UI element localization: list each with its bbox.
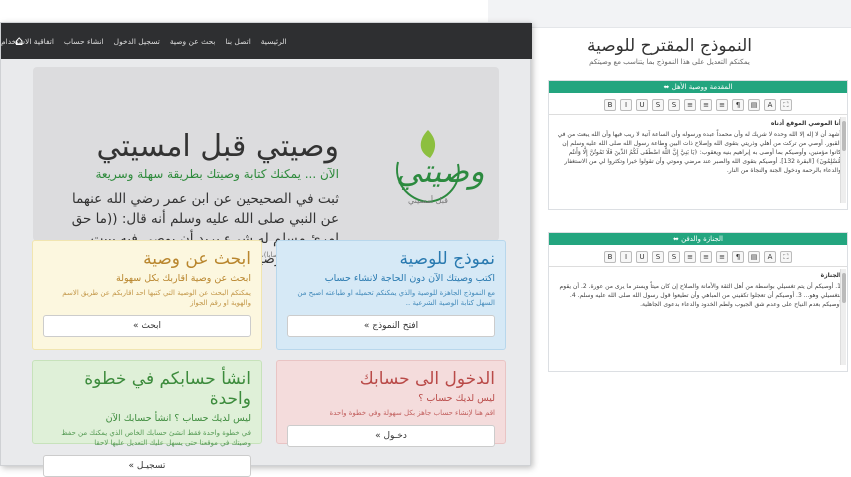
card-text: في خطوة واحدة فقط انشئ حسابك الخاص الذي … [61, 429, 251, 447]
search-button[interactable]: ابحث » [43, 315, 251, 337]
card-title: الدخول الى حسابك [359, 369, 495, 389]
editor-panel-funeral: ⬌ الجنازة والدفن B I U S S ≡ ≡ ≡ ¶ ▤ A ⛶… [548, 232, 848, 372]
tool-button[interactable]: U [636, 250, 648, 263]
nav-register[interactable]: انشاء حساب [64, 37, 104, 46]
tool-button[interactable]: U [636, 98, 648, 111]
tool-button[interactable]: ¶ [732, 98, 744, 111]
logo-subtext: قبل أمسيتي [408, 196, 448, 205]
tool-button[interactable]: B [604, 98, 616, 111]
login-button[interactable]: دخـول » [287, 425, 495, 447]
card-register: انشأ حسابكم في خطوة واحدة ليس لديك حساب … [32, 360, 262, 477]
hero-tagline: الآن ... يمكنك كتابة وصيتك بطريقة سهلة و… [95, 167, 339, 181]
card-subtitle: ليس لديك حساب ؟ [418, 393, 495, 404]
tool-button[interactable]: ≡ [716, 250, 728, 263]
tool-button[interactable]: ¶ [732, 250, 744, 263]
register-button[interactable]: تسجيـل » [43, 455, 251, 477]
logo-text: وصيتي [396, 152, 485, 190]
tool-button[interactable]: ▤ [748, 98, 760, 111]
editor-scrollbar[interactable] [840, 269, 846, 365]
tool-button[interactable]: S [668, 98, 680, 111]
card-title: نموذج للوصية [399, 249, 495, 269]
tool-button[interactable]: ≡ [700, 250, 712, 263]
browser-topbar [488, 0, 851, 28]
editor-toolbar: B I U S S ≡ ≡ ≡ ¶ ▤ A ⛶ [549, 93, 847, 115]
editor-text: 1. أوصيكم أن يتم تغسيلي بواسطة من أهل ال… [559, 283, 841, 308]
editor-heading: أنا الموصي الموقع أدناه [770, 120, 841, 127]
tool-button[interactable]: S [668, 250, 680, 263]
panel-header[interactable]: ⬌ الجنازة والدفن [549, 233, 847, 245]
nav-terms[interactable]: اتفاقية الاستخدام [1, 37, 54, 46]
card-text: يمكنكم البحث عن الوصية التي كتبها احد اق… [62, 289, 251, 307]
editor-text: أشهد أن لا إله إلا الله وحده لا شريك له … [557, 131, 841, 174]
nav-login[interactable]: تسجيل الدخول [114, 37, 160, 46]
nav-search[interactable]: بحث عن وصية [170, 37, 216, 46]
tool-button[interactable]: ⛶ [780, 250, 792, 263]
tool-button[interactable]: ≡ [700, 98, 712, 111]
tool-button[interactable]: I [620, 250, 632, 263]
tool-button[interactable]: A [764, 98, 776, 111]
card-search: ابحث عن وصية ابحث عن وصية اقاربك بكل سهو… [32, 240, 262, 350]
editor-textarea[interactable]: أنا الموصي الموقع أدناه أشهد أن لا إله إ… [549, 115, 847, 205]
back-subtitle: يمكنكم التعديل على هذا النموذج بما يتناس… [589, 58, 750, 66]
hero-jumbotron: وصيتي قبل أمسيتي وصيتي قبل امسيتي الآن .… [33, 67, 499, 269]
card-template: نموذج للوصية اكتب وصيتك الآن دون الحاجة … [276, 240, 506, 350]
editor-toolbar: B I U S S ≡ ≡ ≡ ¶ ▤ A ⛶ [549, 245, 847, 267]
tool-button[interactable]: S [652, 250, 664, 263]
panel-header[interactable]: ⬌ المقدمة ووصية الأهل [549, 81, 847, 93]
tool-button[interactable]: ▤ [748, 250, 760, 263]
editor-panel-intro: ⬌ المقدمة ووصية الأهل B I U S S ≡ ≡ ≡ ¶ … [548, 80, 848, 210]
editor-heading: الجنازة [820, 272, 841, 279]
nav-home[interactable]: الرئيسية [261, 37, 287, 46]
card-text: مع النموذج الجاهزة للوصية والذي يمكنكم ت… [297, 289, 495, 307]
tool-button[interactable]: B [604, 250, 616, 263]
card-title: انشأ حسابكم في خطوة واحدة [84, 369, 251, 409]
top-navbar: الرئيسية اتصل بنا بحث عن وصية تسجيل الدخ… [1, 23, 532, 59]
card-subtitle: ليس لديك حساب ؟ انشأ حسابك الآن [105, 413, 251, 424]
tool-button[interactable]: ⛶ [780, 98, 792, 111]
tool-button[interactable]: I [620, 98, 632, 111]
card-text: اقم هنا لإنشاء حساب جاهز بكل سهولة وفي خ… [329, 409, 495, 417]
card-title: ابحث عن وصية [143, 249, 251, 269]
home-icon[interactable]: ⌂ [15, 34, 23, 49]
site-logo[interactable]: وصيتي قبل أمسيتي [388, 122, 485, 217]
editor-textarea[interactable]: الجنازة 1. أوصيكم أن يتم تغسيلي بواسطة م… [549, 267, 847, 367]
card-login: الدخول الى حسابك ليس لديك حساب ؟ اقم هنا… [276, 360, 506, 447]
card-subtitle: ابحث عن وصية اقاربك بكل سهولة [116, 273, 251, 284]
page-title: وصيتي قبل امسيتي [96, 129, 339, 164]
tool-button[interactable]: ≡ [684, 98, 696, 111]
card-subtitle: اكتب وصيتك الآن دون الحاجة لانشاء حساب [324, 273, 495, 284]
open-template-button[interactable]: افتح النموذج » [287, 315, 495, 337]
tool-button[interactable]: ≡ [684, 250, 696, 263]
back-title: النموذج المقترح للوصية [586, 36, 753, 56]
nav-contact[interactable]: اتصل بنا [225, 37, 250, 46]
editor-scrollbar[interactable] [840, 117, 846, 203]
tool-button[interactable]: A [764, 250, 776, 263]
tool-button[interactable]: ≡ [716, 98, 728, 111]
tool-button[interactable]: S [652, 98, 664, 111]
